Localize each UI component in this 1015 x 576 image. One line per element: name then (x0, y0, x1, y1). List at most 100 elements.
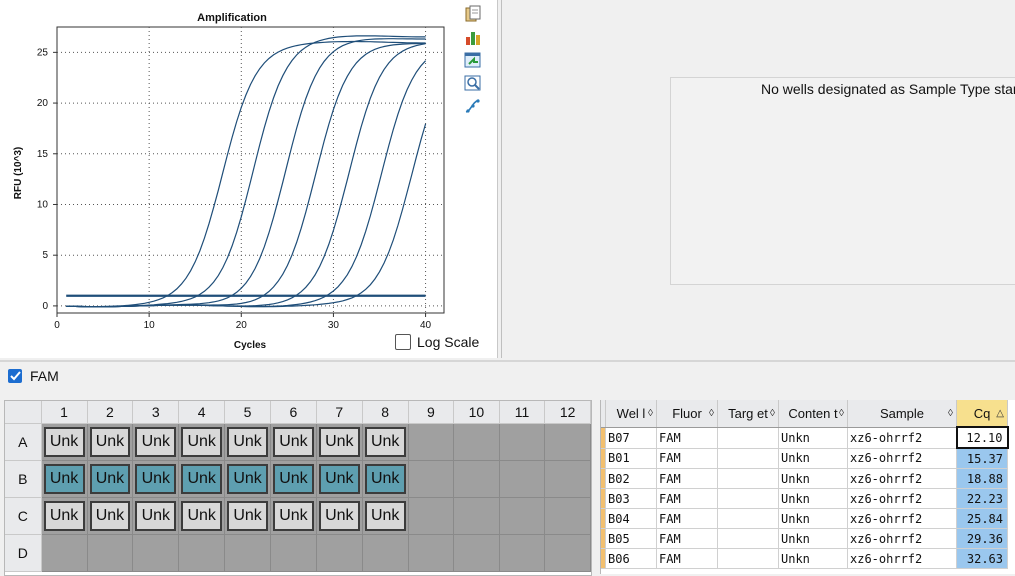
well[interactable]: Unk (181, 427, 223, 457)
cell-content[interactable]: Unkn (778, 468, 848, 489)
plate-cell[interactable] (544, 460, 591, 498)
col-header[interactable]: 12 (544, 401, 591, 424)
plate-cell[interactable] (453, 460, 500, 498)
plate-cell[interactable] (544, 423, 591, 461)
plate-cell[interactable]: Unk (270, 497, 317, 535)
plate-cell[interactable]: Unk (361, 497, 409, 535)
plate-cell[interactable]: Unk (178, 460, 226, 498)
cell-content[interactable]: Unkn (778, 488, 848, 509)
plate-cell[interactable]: Unk (40, 497, 88, 535)
result-row[interactable]: B01 FAM Unkn xz6-ohrrf2 15.37 (601, 448, 1008, 469)
cell-well[interactable]: B05 (605, 528, 657, 549)
well[interactable]: Unk (318, 427, 360, 457)
cell-sample[interactable]: xz6-ohrrf2 (847, 508, 957, 529)
col-header[interactable]: 9 (408, 401, 455, 424)
plate-cell[interactable]: Unk (315, 460, 363, 498)
cell-sample[interactable]: xz6-ohrrf2 (847, 468, 957, 489)
col-header[interactable]: 7 (316, 401, 363, 424)
cell-sample[interactable]: xz6-ohrrf2 (847, 448, 957, 469)
cell-well[interactable]: B04 (605, 508, 657, 529)
well[interactable]: Unk (364, 501, 406, 531)
plate-cell[interactable] (270, 534, 317, 572)
col-header[interactable]: 1 (41, 401, 88, 424)
well[interactable]: Unk (135, 427, 177, 457)
cell-well[interactable]: B06 (605, 548, 657, 569)
curve-fit-icon[interactable] (462, 95, 484, 117)
well[interactable]: Unk (227, 501, 269, 531)
header-well[interactable]: Wel l ◊ (605, 400, 657, 428)
plate-cell[interactable]: Unk (86, 497, 134, 535)
plate-cell[interactable] (498, 534, 546, 572)
plate-cell[interactable]: Unk (361, 460, 409, 498)
col-header[interactable]: 8 (362, 401, 409, 424)
cell-fluor[interactable]: FAM (656, 448, 718, 469)
well[interactable]: Unk (89, 501, 131, 531)
plate-cell[interactable]: Unk (132, 497, 180, 535)
cell-sample[interactable]: xz6-ohrrf2 (847, 548, 957, 569)
log-scale-toggle[interactable]: Log Scale (395, 334, 479, 350)
plate-cell[interactable] (453, 423, 500, 461)
well[interactable]: Unk (43, 464, 85, 494)
plate-cell[interactable] (498, 460, 546, 498)
plate-cell[interactable]: Unk (224, 423, 272, 461)
plate-cell[interactable]: Unk (178, 423, 226, 461)
plate-cell[interactable]: Unk (132, 423, 180, 461)
plate-cell[interactable] (498, 497, 546, 535)
well[interactable]: Unk (318, 464, 360, 494)
well[interactable]: Unk (273, 427, 314, 457)
cell-fluor[interactable]: FAM (656, 548, 718, 569)
result-row[interactable]: B06 FAM Unkn xz6-ohrrf2 32.63 (601, 548, 1008, 569)
cell-target[interactable] (717, 488, 779, 509)
plate-cell[interactable] (407, 497, 455, 535)
header-cq[interactable]: Cq △ (956, 400, 1008, 428)
well[interactable]: Unk (273, 501, 314, 531)
cell-content[interactable]: Unkn (778, 548, 848, 569)
plate-cell[interactable] (453, 534, 500, 572)
cell-target[interactable] (717, 508, 779, 529)
cell-cq[interactable]: 29.36 (956, 528, 1008, 549)
fluor-filter-fam[interactable]: FAM (8, 368, 59, 384)
cell-cq[interactable]: 18.88 (956, 468, 1008, 489)
plate-cell[interactable]: Unk (132, 460, 180, 498)
result-row[interactable]: B04 FAM Unkn xz6-ohrrf2 25.84 (601, 508, 1008, 529)
zoom-chart-icon[interactable] (462, 72, 484, 94)
plate-cell[interactable] (40, 534, 88, 572)
cell-content[interactable]: Unkn (778, 508, 848, 529)
cell-content[interactable]: Unkn (778, 427, 848, 449)
plate-cell[interactable] (86, 534, 134, 572)
col-header[interactable]: 2 (87, 401, 134, 424)
plate-cell[interactable]: Unk (86, 423, 134, 461)
cell-fluor[interactable]: FAM (656, 528, 718, 549)
col-header[interactable]: 10 (453, 401, 500, 424)
cell-content[interactable]: Unkn (778, 448, 848, 469)
plate-cell[interactable]: Unk (361, 423, 409, 461)
fam-checkbox[interactable] (8, 369, 22, 383)
result-row[interactable]: B07 FAM Unkn xz6-ohrrf2 12.10 (601, 426, 1009, 449)
log-scale-checkbox[interactable] (395, 334, 411, 350)
cell-target[interactable] (717, 468, 779, 489)
cell-fluor[interactable]: FAM (656, 488, 718, 509)
plate-cell[interactable] (361, 534, 409, 572)
plate-cell[interactable] (315, 534, 363, 572)
row-header[interactable]: B (5, 460, 42, 498)
cell-cq[interactable]: 15.37 (956, 448, 1008, 469)
plate-cell[interactable] (453, 497, 500, 535)
header-target[interactable]: Targ et ◊ (717, 400, 779, 428)
bar-chart-icon[interactable] (462, 26, 484, 48)
export-icon[interactable] (462, 49, 484, 71)
header-sample[interactable]: Sample ◊ (847, 400, 957, 428)
plate-cell[interactable] (224, 534, 272, 572)
cell-sample[interactable]: xz6-ohrrf2 (847, 427, 957, 449)
well[interactable]: Unk (227, 427, 269, 457)
well[interactable]: Unk (364, 427, 406, 457)
well[interactable]: Unk (181, 464, 223, 494)
cell-target[interactable] (717, 528, 779, 549)
col-header[interactable]: 6 (270, 401, 317, 424)
plate-cell[interactable]: Unk (224, 460, 272, 498)
well[interactable]: Unk (43, 501, 85, 531)
row-header[interactable]: D (5, 534, 42, 572)
cell-well[interactable]: B02 (605, 468, 657, 489)
plate-cell[interactable] (407, 460, 455, 498)
plate-cell[interactable] (132, 534, 180, 572)
plate-cell[interactable] (498, 423, 546, 461)
